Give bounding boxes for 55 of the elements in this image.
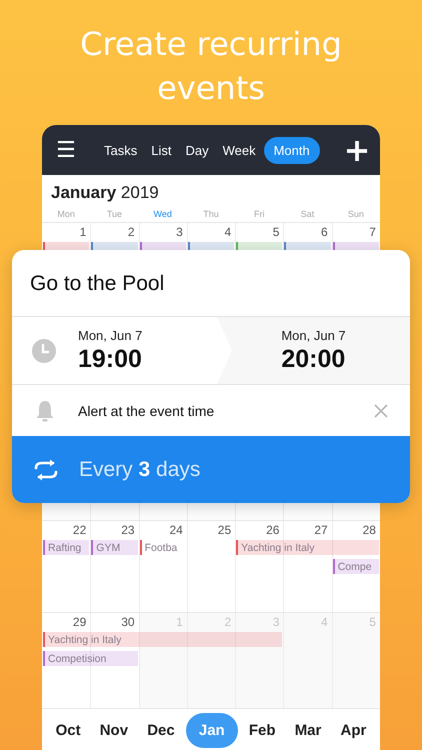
date-number: 2	[126, 224, 136, 240]
date-number: 29	[72, 614, 88, 630]
date-number: 30	[120, 614, 136, 630]
event-chip[interactable]	[332, 242, 379, 250]
date-number: 1	[78, 224, 88, 240]
add-button[interactable]: +	[342, 135, 372, 165]
alert-text: Alert at the event time	[78, 402, 214, 418]
event-chip[interactable]	[236, 242, 282, 250]
event-chip[interactable]	[91, 242, 138, 250]
date-number: 24	[168, 522, 184, 538]
weekday-label: Tue	[106, 208, 124, 218]
view-tab[interactable]: Day	[179, 136, 215, 164]
weekday-label: Sat	[300, 208, 316, 218]
weekday-label: Mon	[56, 208, 76, 218]
view-tab[interactable]: List	[145, 136, 178, 164]
date-number: 3	[175, 224, 184, 240]
view-tab[interactable]: Tasks	[98, 136, 144, 164]
menu-button[interactable]: ☰	[52, 138, 80, 162]
end-date: Mon, Jun 7	[281, 328, 346, 342]
weekday-label: Wed	[152, 208, 173, 218]
date-number: 5	[272, 224, 280, 240]
month-selector-item[interactable]: Nov	[92, 714, 136, 746]
view-tab[interactable]: Week	[216, 136, 262, 164]
clock-icon	[32, 338, 56, 362]
month-title: January 2019	[50, 182, 160, 204]
date-number: 4	[223, 224, 232, 240]
date-number: 6	[320, 224, 329, 240]
weekday-label: Fri	[253, 208, 266, 218]
month-selector-item[interactable]: Apr	[332, 714, 374, 746]
date-number: 27	[313, 522, 329, 538]
event-chip[interactable]	[140, 242, 186, 250]
month-selector-item[interactable]: Dec	[139, 714, 183, 746]
date-number: 25	[216, 522, 232, 538]
date-number: 7	[368, 224, 377, 240]
headline: Create recurring events	[79, 24, 343, 109]
date-number: 28	[362, 522, 377, 538]
bell-icon	[34, 398, 56, 422]
event-chip[interactable]	[188, 242, 234, 250]
event-chip[interactable]	[43, 242, 90, 250]
weekday-label: Sun	[346, 208, 365, 218]
date-number: 22	[72, 522, 88, 538]
month-selector-item[interactable]: Feb	[240, 714, 284, 746]
month-selector-item[interactable]: Mar	[286, 714, 330, 746]
repeat-bar[interactable]: Every 3 days	[12, 436, 410, 503]
end-time: 20:00	[281, 344, 346, 374]
date-number: 26	[265, 522, 280, 538]
close-icon[interactable]	[374, 404, 388, 418]
weekday-label: Thu	[202, 208, 220, 218]
start-time: 19:00	[78, 344, 142, 374]
event-chip[interactable]	[284, 242, 331, 250]
repeat-icon	[33, 458, 59, 480]
date-number: 23	[120, 522, 136, 538]
start-date: Mon, Jun 7	[78, 328, 142, 342]
repeat-text: Every 3 days	[79, 458, 200, 482]
month-selector-item[interactable]: Oct	[48, 714, 89, 746]
